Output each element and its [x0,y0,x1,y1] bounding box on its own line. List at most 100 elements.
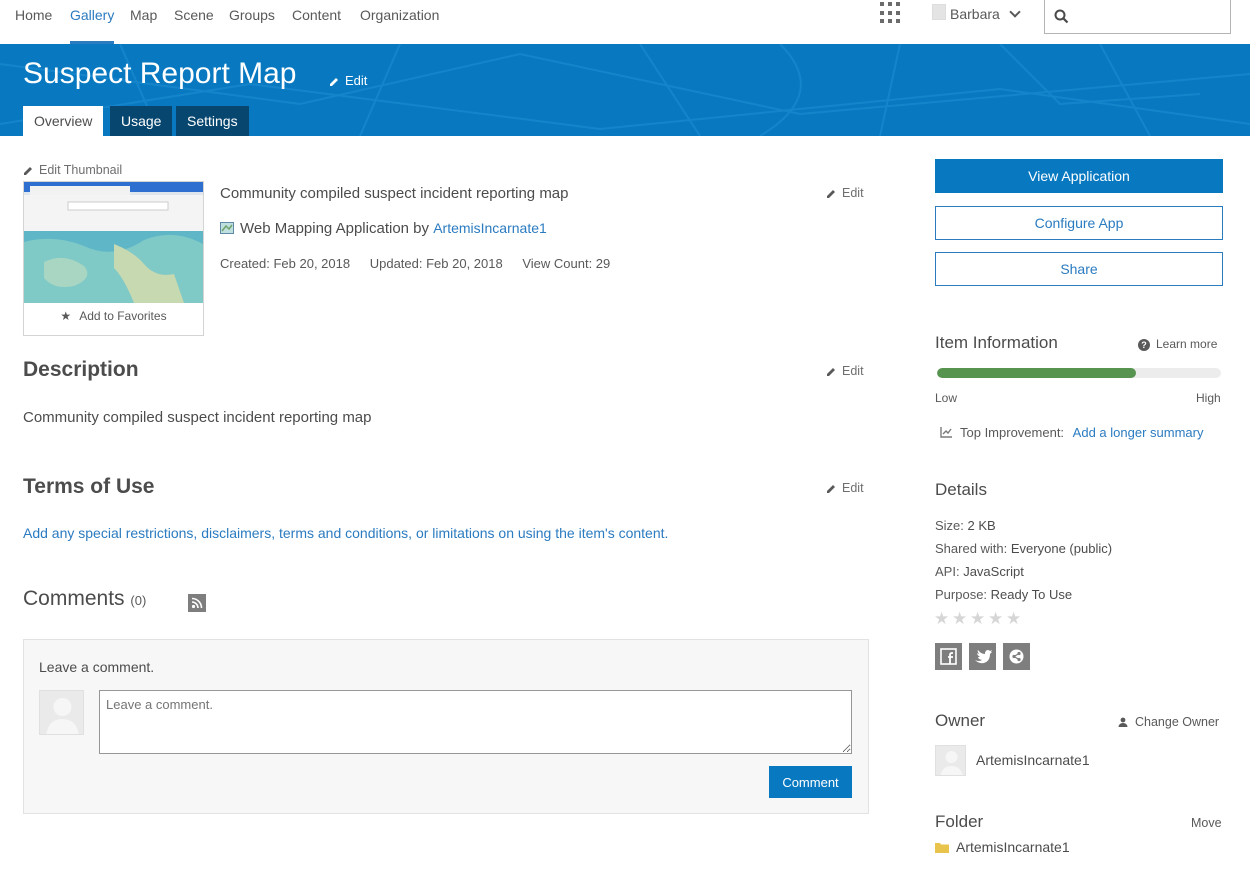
share-link-icon[interactable] [1003,643,1030,670]
item-info-score-fill [937,368,1136,378]
learn-more-link[interactable]: ? Learn more [1138,337,1217,351]
updated-date: Updated: Feb 20, 2018 [369,256,503,271]
nav-scene[interactable]: Scene [174,6,214,44]
api-label: API: [935,564,960,579]
view-count: View Count: 29 [522,256,611,271]
configure-app-button[interactable]: Configure App [935,206,1223,240]
item-info-score-bar [937,368,1221,378]
share-button[interactable]: Share [935,252,1223,286]
size-label: Size: [935,518,964,533]
twitter-icon[interactable] [969,643,996,670]
title-edit-button[interactable]: Edit [329,73,367,88]
help-icon: ? [1138,339,1150,351]
title-edit-label: Edit [345,73,368,88]
rating-star-icon[interactable]: ★ [1006,609,1021,629]
rating-star-icon[interactable]: ★ [970,609,985,629]
rating-star-icon[interactable]: ★ [988,609,1003,629]
move-folder-button[interactable]: Move [1191,816,1222,830]
change-owner-button[interactable]: Change Owner [1118,715,1219,729]
web-map-app-icon [220,222,234,234]
rating-star-icon[interactable]: ★ [934,609,949,629]
nav-organization[interactable]: Organization [360,6,439,44]
chart-icon [940,427,952,438]
owner-avatar [935,745,966,776]
comment-input[interactable] [99,690,852,754]
item-meta: Created: Feb 20, 2018 Updated: Feb 20, 2… [220,256,610,271]
description-edit-button[interactable]: Edit [826,364,864,378]
tab-usage[interactable]: Usage [110,106,173,136]
purpose-value: Ready To Use [990,587,1073,602]
tab-overview[interactable]: Overview [23,106,104,136]
nav-home[interactable]: Home [15,6,52,44]
page-title: Suspect Report Map [23,57,297,90]
chevron-down-icon[interactable] [1009,6,1021,18]
search-input[interactable] [1044,0,1231,34]
comments-heading: Comments (0) [23,587,146,611]
user-avatar[interactable] [932,4,946,20]
nav-groups[interactable]: Groups [229,6,275,44]
item-header-banner: Suspect Report Map Edit Overview Usage S… [0,44,1250,136]
summary-edit-button[interactable]: Edit [826,186,864,200]
commenter-avatar [39,690,84,735]
top-navigation: Home Gallery Map Scene Groups Content Or… [0,0,1250,44]
top-improvement-link[interactable]: Add a longer summary [1073,425,1204,440]
purpose-label: Purpose: [935,587,988,602]
description-heading: Description [23,358,139,381]
search-icon [1054,9,1069,24]
comment-submit-button[interactable]: Comment [769,766,852,798]
owner-name[interactable]: ArtemisIncarnate1 [976,752,1090,768]
folder-name-row: ArtemisIncarnate1 [935,839,1070,855]
pencil-icon [827,484,835,493]
change-owner-label: Change Owner [1135,715,1220,729]
pencil-icon [24,166,32,175]
user-name[interactable]: Barbara [950,6,1000,22]
description-edit-label: Edit [842,364,864,378]
folder-name[interactable]: ArtemisIncarnate1 [956,839,1070,855]
terms-heading: Terms of Use [23,475,155,498]
details-heading: Details [935,480,987,499]
folder-heading: Folder [935,812,984,831]
detail-size: Size: 2 KB [935,518,996,533]
shared-label: Shared with: [935,541,1008,556]
rating-star-icon[interactable]: ★ [952,609,967,629]
score-high-label: High [1196,391,1221,405]
leave-comment-label: Leave a comment. [39,659,155,675]
thumbnail-browser-map [24,182,203,303]
item-type-line: Web Mapping Application by ArtemisIncarn… [220,220,547,237]
comment-form: Leave a comment. Comment [23,639,869,814]
detail-purpose: Purpose: Ready To Use [935,587,1072,602]
detail-api: API: JavaScript [935,564,1024,579]
facebook-icon[interactable] [935,643,962,670]
comments-count: (0) [130,593,147,608]
item-summary: Community compiled suspect incident repo… [220,185,569,202]
tab-settings[interactable]: Settings [176,106,249,136]
app-launcher-icon[interactable] [880,2,902,24]
item-type-text: Web Mapping Application by [240,220,430,237]
shared-value: Everyone (public) [1010,541,1113,556]
terms-edit-button[interactable]: Edit [826,481,864,495]
api-value: JavaScript [963,564,1024,579]
view-application-button[interactable]: View Application [935,159,1223,193]
add-to-favorites-button[interactable]: ★ Add to Favorites [24,309,203,323]
owner-link[interactable]: ArtemisIncarnate1 [433,220,547,236]
item-thumbnail: ★ Add to Favorites [23,181,204,336]
top-improvement-label: Top Improvement: [960,425,1065,440]
star-icon: ★ [60,309,72,323]
pencil-icon [330,77,338,86]
folder-icon [935,843,949,853]
edit-thumbnail-button[interactable]: Edit Thumbnail [23,163,122,177]
thumbnail-image [24,182,203,303]
rss-icon[interactable] [188,594,206,612]
detail-shared: Shared with: Everyone (public) [935,541,1112,556]
pencil-icon [827,189,835,198]
nav-content[interactable]: Content [292,6,341,44]
summary-edit-label: Edit [842,186,864,200]
score-low-label: Low [935,391,958,405]
terms-add-link[interactable]: Add any special restrictions, disclaimer… [23,525,668,541]
nav-gallery[interactable]: Gallery [70,6,115,44]
nav-map[interactable]: Map [130,6,157,44]
description-text: Community compiled suspect incident repo… [23,409,372,426]
pencil-icon [827,367,835,376]
item-information-heading: Item Information [935,333,1058,352]
learn-more-label: Learn more [1156,337,1218,351]
